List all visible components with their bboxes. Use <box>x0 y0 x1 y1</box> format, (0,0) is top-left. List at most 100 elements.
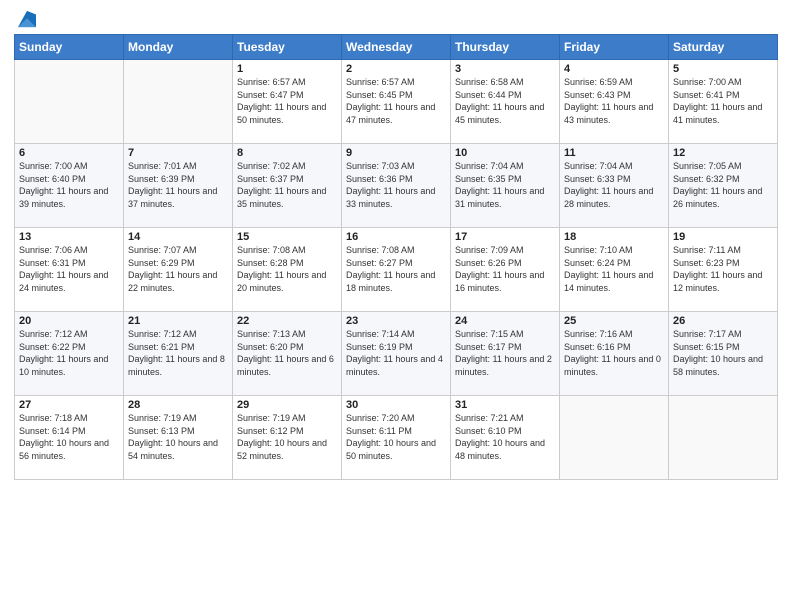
day-number: 3 <box>455 63 555 75</box>
day-info-line: Daylight: 11 hours and 20 minutes. <box>237 269 337 294</box>
day-number: 25 <box>564 315 664 327</box>
day-number: 16 <box>346 231 446 243</box>
day-info-line: Daylight: 11 hours and 18 minutes. <box>346 269 446 294</box>
day-info-line: Sunrise: 7:09 AM <box>455 244 555 257</box>
calendar-week-row: 20Sunrise: 7:12 AMSunset: 6:22 PMDayligh… <box>15 312 778 396</box>
day-number: 31 <box>455 399 555 411</box>
calendar-day-cell <box>124 60 233 144</box>
day-number: 30 <box>346 399 446 411</box>
day-info-line: Daylight: 11 hours and 16 minutes. <box>455 269 555 294</box>
day-info-line: Daylight: 11 hours and 14 minutes. <box>564 269 664 294</box>
day-number: 1 <box>237 63 337 75</box>
logo <box>14 10 36 28</box>
calendar-day-cell: 16Sunrise: 7:08 AMSunset: 6:27 PMDayligh… <box>342 228 451 312</box>
day-info-line: Daylight: 10 hours and 56 minutes. <box>19 437 119 462</box>
day-info-line: Sunset: 6:16 PM <box>564 341 664 354</box>
calendar-day-cell: 11Sunrise: 7:04 AMSunset: 6:33 PMDayligh… <box>560 144 669 228</box>
day-number: 13 <box>19 231 119 243</box>
day-info-line: Daylight: 11 hours and 45 minutes. <box>455 101 555 126</box>
weekday-header: Saturday <box>669 35 778 60</box>
calendar-day-cell <box>15 60 124 144</box>
weekday-header: Thursday <box>451 35 560 60</box>
day-info-line: Sunset: 6:22 PM <box>19 341 119 354</box>
day-info-line: Sunset: 6:37 PM <box>237 173 337 186</box>
calendar-day-cell: 2Sunrise: 6:57 AMSunset: 6:45 PMDaylight… <box>342 60 451 144</box>
day-info-line: Sunset: 6:40 PM <box>19 173 119 186</box>
day-info-line: Sunset: 6:45 PM <box>346 89 446 102</box>
day-number: 18 <box>564 231 664 243</box>
calendar-day-cell: 31Sunrise: 7:21 AMSunset: 6:10 PMDayligh… <box>451 396 560 480</box>
day-info-line: Sunset: 6:35 PM <box>455 173 555 186</box>
day-info-line: Sunset: 6:23 PM <box>673 257 773 270</box>
calendar-day-cell: 28Sunrise: 7:19 AMSunset: 6:13 PMDayligh… <box>124 396 233 480</box>
day-info-line: Sunset: 6:14 PM <box>19 425 119 438</box>
day-info-line: Daylight: 11 hours and 12 minutes. <box>673 269 773 294</box>
day-number: 14 <box>128 231 228 243</box>
day-info-line: Sunset: 6:20 PM <box>237 341 337 354</box>
day-info-line: Daylight: 11 hours and 0 minutes. <box>564 353 664 378</box>
calendar-day-cell: 23Sunrise: 7:14 AMSunset: 6:19 PMDayligh… <box>342 312 451 396</box>
day-number: 2 <box>346 63 446 75</box>
day-number: 8 <box>237 147 337 159</box>
calendar-day-cell: 8Sunrise: 7:02 AMSunset: 6:37 PMDaylight… <box>233 144 342 228</box>
day-info-line: Sunrise: 7:19 AM <box>128 412 228 425</box>
day-info-line: Daylight: 10 hours and 58 minutes. <box>673 353 773 378</box>
calendar-day-cell: 12Sunrise: 7:05 AMSunset: 6:32 PMDayligh… <box>669 144 778 228</box>
day-number: 26 <box>673 315 773 327</box>
calendar-day-cell: 14Sunrise: 7:07 AMSunset: 6:29 PMDayligh… <box>124 228 233 312</box>
calendar-day-cell: 7Sunrise: 7:01 AMSunset: 6:39 PMDaylight… <box>124 144 233 228</box>
day-info-line: Daylight: 10 hours and 52 minutes. <box>237 437 337 462</box>
calendar-week-row: 13Sunrise: 7:06 AMSunset: 6:31 PMDayligh… <box>15 228 778 312</box>
day-number: 4 <box>564 63 664 75</box>
calendar-day-cell: 1Sunrise: 6:57 AMSunset: 6:47 PMDaylight… <box>233 60 342 144</box>
day-info-line: Sunset: 6:28 PM <box>237 257 337 270</box>
page: SundayMondayTuesdayWednesdayThursdayFrid… <box>0 0 792 612</box>
day-info-line: Sunrise: 6:59 AM <box>564 76 664 89</box>
day-info-line: Daylight: 10 hours and 54 minutes. <box>128 437 228 462</box>
day-info-line: Sunrise: 7:21 AM <box>455 412 555 425</box>
day-info-line: Daylight: 11 hours and 4 minutes. <box>346 353 446 378</box>
calendar-week-row: 27Sunrise: 7:18 AMSunset: 6:14 PMDayligh… <box>15 396 778 480</box>
day-info-line: Sunrise: 7:14 AM <box>346 328 446 341</box>
day-info-line: Daylight: 11 hours and 43 minutes. <box>564 101 664 126</box>
calendar-day-cell: 29Sunrise: 7:19 AMSunset: 6:12 PMDayligh… <box>233 396 342 480</box>
day-info-line: Daylight: 11 hours and 31 minutes. <box>455 185 555 210</box>
calendar-day-cell: 25Sunrise: 7:16 AMSunset: 6:16 PMDayligh… <box>560 312 669 396</box>
day-info-line: Sunrise: 7:20 AM <box>346 412 446 425</box>
header <box>14 10 778 28</box>
day-info-line: Sunrise: 7:04 AM <box>564 160 664 173</box>
day-info-line: Sunset: 6:41 PM <box>673 89 773 102</box>
weekday-header: Friday <box>560 35 669 60</box>
calendar-day-cell: 13Sunrise: 7:06 AMSunset: 6:31 PMDayligh… <box>15 228 124 312</box>
day-info-line: Sunrise: 7:16 AM <box>564 328 664 341</box>
day-info-line: Sunset: 6:11 PM <box>346 425 446 438</box>
day-number: 5 <box>673 63 773 75</box>
day-number: 22 <box>237 315 337 327</box>
day-info-line: Sunrise: 7:04 AM <box>455 160 555 173</box>
day-info-line: Sunset: 6:17 PM <box>455 341 555 354</box>
day-info-line: Sunrise: 7:08 AM <box>346 244 446 257</box>
day-info-line: Sunset: 6:44 PM <box>455 89 555 102</box>
day-number: 7 <box>128 147 228 159</box>
day-info-line: Sunrise: 7:02 AM <box>237 160 337 173</box>
day-info-line: Sunset: 6:29 PM <box>128 257 228 270</box>
day-info-line: Sunset: 6:12 PM <box>237 425 337 438</box>
weekday-header: Wednesday <box>342 35 451 60</box>
calendar-day-cell: 27Sunrise: 7:18 AMSunset: 6:14 PMDayligh… <box>15 396 124 480</box>
day-info-line: Sunrise: 7:18 AM <box>19 412 119 425</box>
day-info-line: Daylight: 11 hours and 47 minutes. <box>346 101 446 126</box>
weekday-header: Tuesday <box>233 35 342 60</box>
day-info-line: Daylight: 11 hours and 33 minutes. <box>346 185 446 210</box>
day-info-line: Daylight: 11 hours and 8 minutes. <box>128 353 228 378</box>
day-number: 21 <box>128 315 228 327</box>
calendar-day-cell: 19Sunrise: 7:11 AMSunset: 6:23 PMDayligh… <box>669 228 778 312</box>
weekday-header: Monday <box>124 35 233 60</box>
day-number: 29 <box>237 399 337 411</box>
weekday-header: Sunday <box>15 35 124 60</box>
calendar-day-cell: 20Sunrise: 7:12 AMSunset: 6:22 PMDayligh… <box>15 312 124 396</box>
day-info-line: Sunset: 6:36 PM <box>346 173 446 186</box>
day-info-line: Sunrise: 6:57 AM <box>237 76 337 89</box>
day-info-line: Sunset: 6:47 PM <box>237 89 337 102</box>
calendar-week-row: 6Sunrise: 7:00 AMSunset: 6:40 PMDaylight… <box>15 144 778 228</box>
calendar-day-cell: 22Sunrise: 7:13 AMSunset: 6:20 PMDayligh… <box>233 312 342 396</box>
